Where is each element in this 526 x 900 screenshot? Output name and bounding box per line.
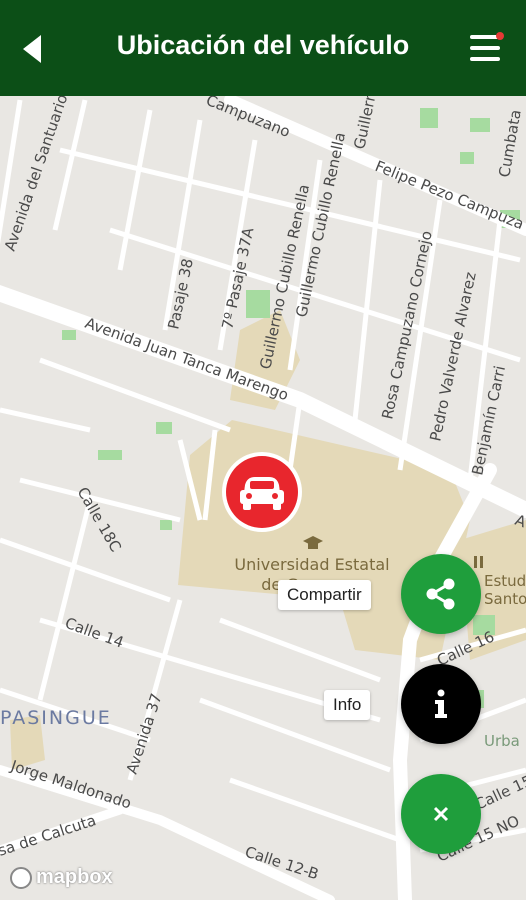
close-icon: [433, 806, 449, 822]
menu-button[interactable]: [466, 30, 506, 66]
info-icon: [435, 689, 447, 718]
place-label: Estud: [484, 572, 526, 590]
place-label: Urba: [484, 732, 520, 750]
close-button[interactable]: [401, 774, 481, 854]
info-label[interactable]: Info: [324, 690, 371, 720]
place-label: Santo: [484, 590, 526, 608]
mapbox-attribution[interactable]: mapbox: [10, 866, 113, 889]
share-label[interactable]: Compartir: [278, 580, 371, 610]
notification-dot: [496, 32, 504, 40]
hamburger-bar: [470, 57, 500, 61]
app-header: Ubicación del vehículo: [0, 0, 526, 96]
mapbox-label: mapbox: [36, 866, 113, 888]
share-icon: [426, 578, 455, 610]
page-title: Ubicación del vehículo: [116, 30, 410, 60]
hamburger-bar: [470, 46, 500, 50]
vehicle-marker[interactable]: [222, 452, 302, 532]
place-label: Universidad Estatal: [234, 555, 389, 574]
info-button[interactable]: [401, 664, 481, 744]
mapbox-logo-icon: [10, 866, 32, 889]
district-label: PASINGUE: [0, 707, 112, 729]
share-button[interactable]: [401, 554, 481, 634]
